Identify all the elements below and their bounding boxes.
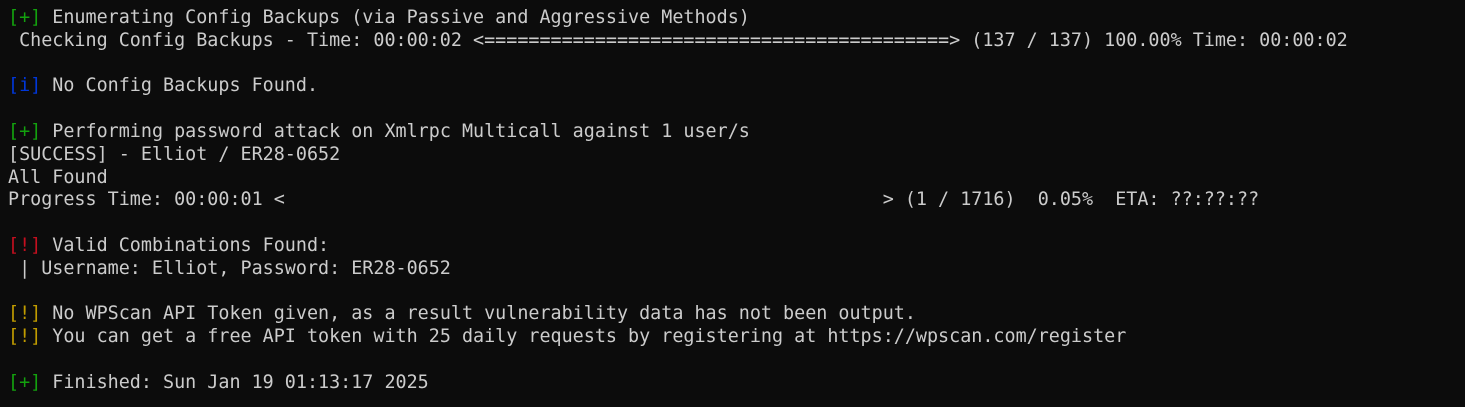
warning-tag: [!] xyxy=(8,326,42,348)
plus-tag: [+] xyxy=(8,7,42,28)
info-tag: [i] xyxy=(8,75,42,97)
line-text: Progress Time: 00:00:01 < > (1 / 1716) 0… xyxy=(8,189,1260,211)
warning-line-no-token: [!] No WPScan API Token given, as a resu… xyxy=(8,303,1465,326)
all-found-line: All Found xyxy=(8,167,1465,190)
info-line-no-backups: [i] No Config Backups Found. xyxy=(8,75,1465,98)
line-text: Checking Config Backups - Time: 00:00:02… xyxy=(8,29,1348,51)
credentials-line: | Username: Elliot, Password: ER28-0652 xyxy=(8,258,1465,281)
alert-tag: [!] xyxy=(8,234,42,256)
line-text: No Config Backups Found. xyxy=(41,75,319,97)
line-text: All Found xyxy=(8,166,108,188)
line-text: No WPScan API Token given, as a result v… xyxy=(41,303,916,325)
line-text: Valid Combinations Found: xyxy=(41,234,330,256)
terminal-output[interactable]: [+] Enumerating Config Backups (via Pass… xyxy=(0,0,1465,407)
plus-tag: [+] xyxy=(8,120,42,142)
status-line-password-attack: [+] Performing password attack on Xmlrpc… xyxy=(8,121,1465,144)
line-text: [SUCCESS] - Elliot / ER28-0652 xyxy=(8,143,341,165)
progress-line-password-attack: Progress Time: 00:00:01 < > (1 / 1716) 0… xyxy=(8,189,1465,212)
warning-line-free-token: [!] You can get a free API token with 25… xyxy=(8,326,1465,349)
alert-line-valid-combinations: [!] Valid Combinations Found: xyxy=(8,235,1465,258)
line-text: Finished: Sun Jan 19 01:13:17 2025 xyxy=(41,371,429,393)
success-line: [SUCCESS] - Elliot / ER28-0652 xyxy=(8,144,1465,167)
status-line-enumerating: [+] Enumerating Config Backups (via Pass… xyxy=(8,7,1465,30)
progress-line-config-backups: Checking Config Backups - Time: 00:00:02… xyxy=(8,30,1465,53)
plus-tag: [+] xyxy=(8,371,42,393)
warning-tag: [!] xyxy=(8,303,42,325)
line-text: | Username: Elliot, Password: ER28-0652 xyxy=(8,257,451,279)
line-text: Performing password attack on Xmlrpc Mul… xyxy=(41,120,750,142)
line-text: Enumerating Config Backups (via Passive … xyxy=(41,7,750,28)
line-text: You can get a free API token with 25 dai… xyxy=(41,326,1127,348)
status-line-finished: [+] Finished: Sun Jan 19 01:13:17 2025 xyxy=(8,372,1465,395)
